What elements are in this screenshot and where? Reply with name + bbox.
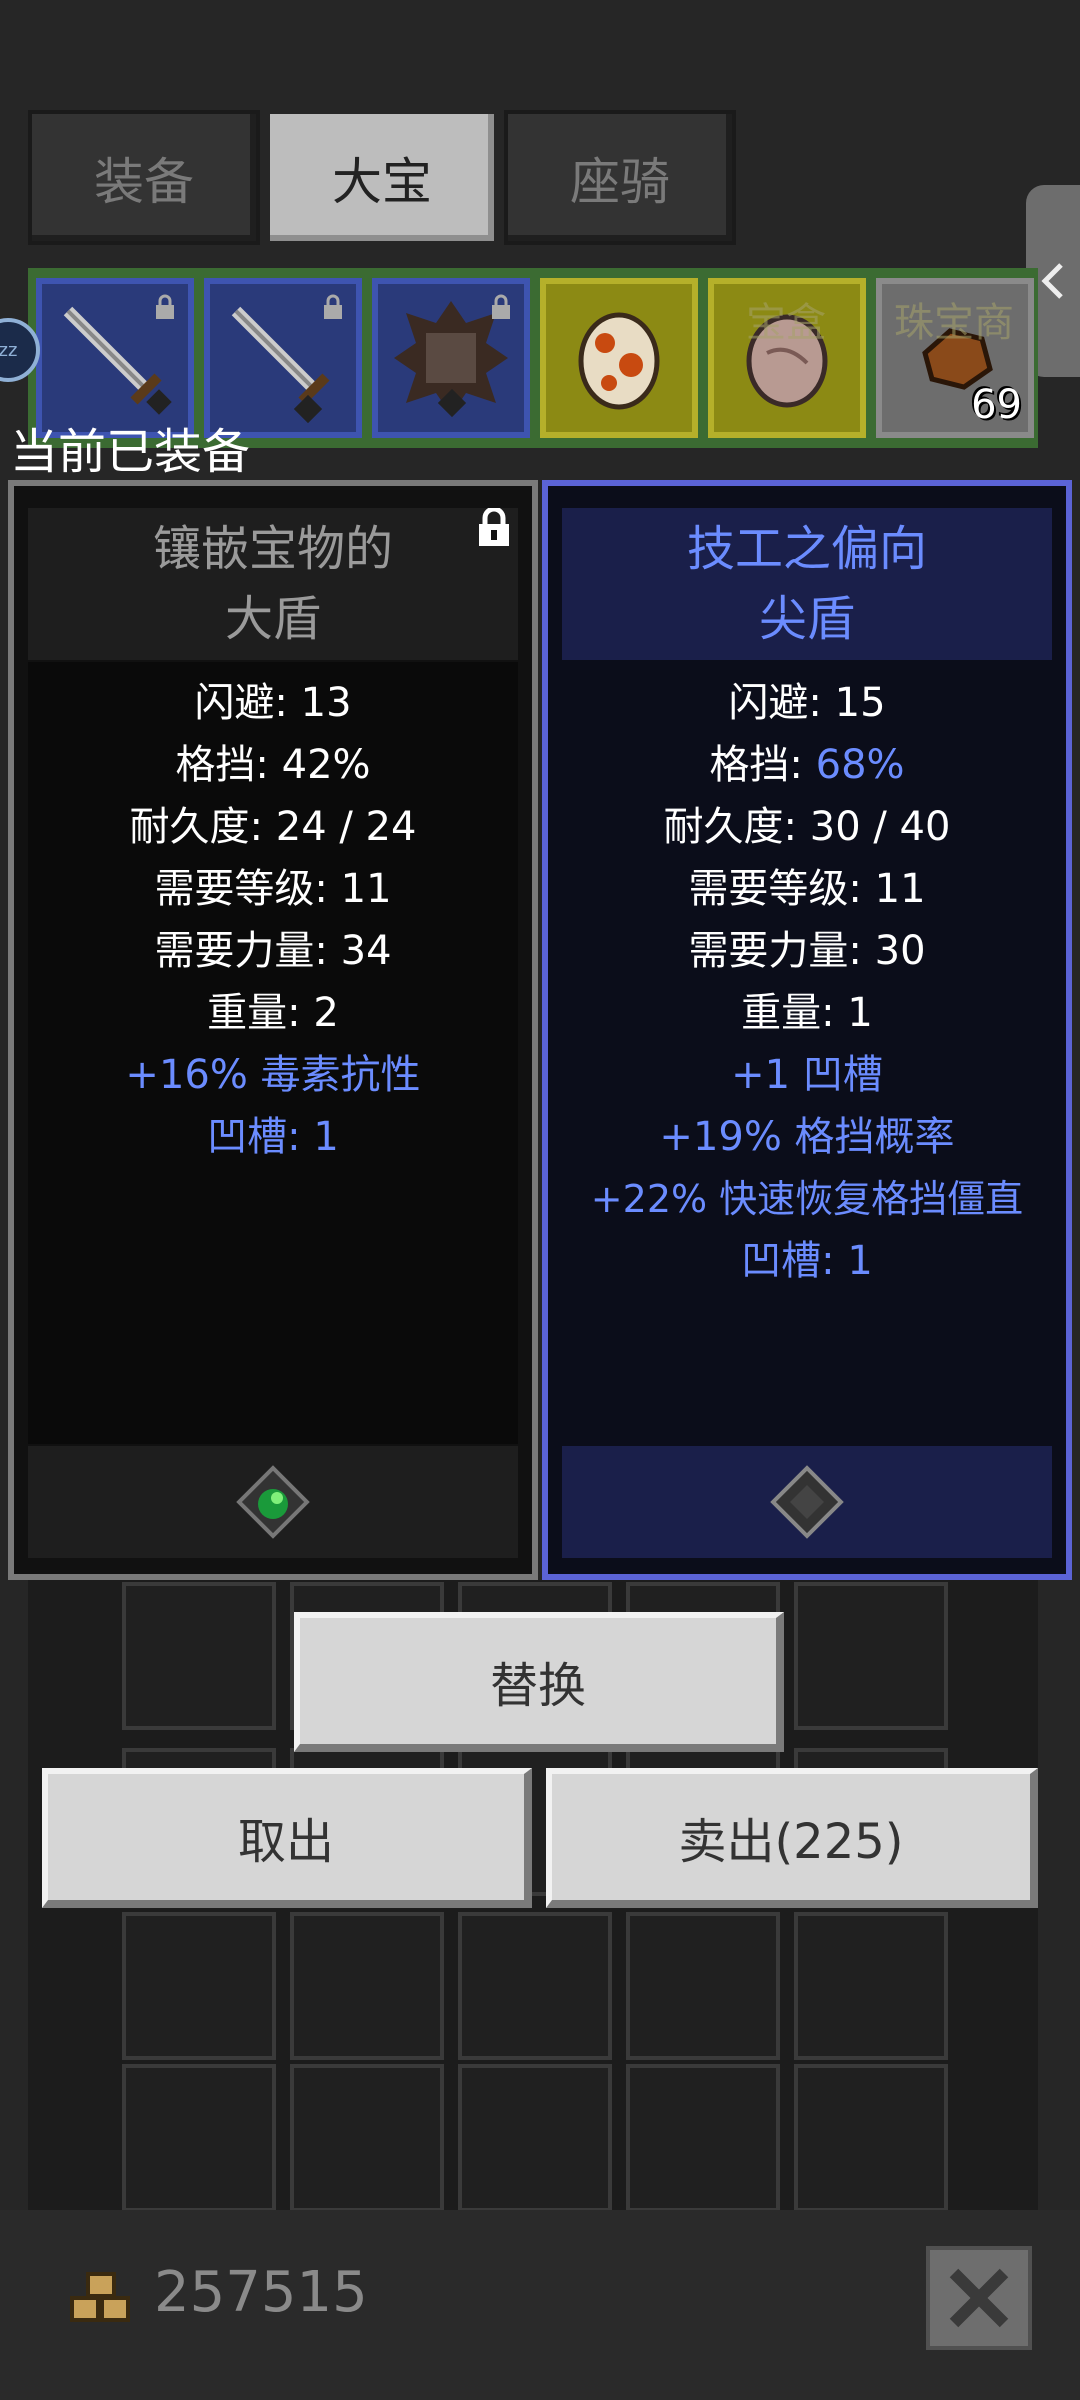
stat-value: 42% xyxy=(281,742,371,788)
inventory-grid-cell[interactable] xyxy=(458,2064,612,2212)
stat-label: 闪避: xyxy=(728,680,835,726)
affix-sockets: 凹槽: 1 xyxy=(207,1114,339,1160)
stat-durability: 耐久度: 24 / 24 xyxy=(28,796,518,858)
stat-label: 格挡: xyxy=(709,742,816,788)
stat-label: 耐久度: xyxy=(663,804,810,850)
stat-required-level: 需要等级: 11 xyxy=(28,858,518,920)
inventory-grid-cell[interactable] xyxy=(458,1912,612,2060)
inventory-grid-cell[interactable] xyxy=(122,1912,276,2060)
inventory-slot-3[interactable] xyxy=(372,278,530,438)
stat-value: 1 xyxy=(847,990,873,1036)
stat-value: 13 xyxy=(300,680,352,726)
tab-equipment[interactable]: 装备 xyxy=(28,110,260,245)
spotted-egg-icon xyxy=(578,312,660,410)
stat-dodge: 闪避: 13 xyxy=(28,672,518,734)
stat-value: 15 xyxy=(834,680,886,726)
stat-block: 格挡: 68% xyxy=(562,734,1052,796)
stat-weight: 重量: 1 xyxy=(562,982,1052,1044)
stat-value: 30 / 40 xyxy=(809,804,951,850)
item-title-line2: 尖盾 xyxy=(758,591,855,647)
stat-label: 重量: xyxy=(741,990,848,1036)
inventory-grid-cell[interactable] xyxy=(794,2064,948,2212)
chevron-left-icon xyxy=(1041,263,1063,299)
gold-amount: 257515 xyxy=(154,2260,368,2325)
tab-mount[interactable]: 座骑 xyxy=(504,110,736,245)
stat-label: 需要力量: xyxy=(688,928,875,974)
inventory-grid-cell[interactable] xyxy=(122,2064,276,2212)
affix-sockets: 凹槽: 1 xyxy=(741,1238,873,1284)
close-icon xyxy=(949,2268,1009,2328)
stat-value: 30 xyxy=(874,928,926,974)
replace-button[interactable]: 替换 xyxy=(294,1612,784,1752)
equipped-item-panel: 镶嵌宝物的 大盾 闪避: 13 格挡: 42% 耐久度: 24 / 24 需要等… xyxy=(8,480,538,1580)
stat-required-level: 需要等级: 11 xyxy=(562,858,1052,920)
gold-coins-icon xyxy=(70,2272,130,2322)
stat-value: 11 xyxy=(874,866,926,912)
take-out-button[interactable]: 取出 xyxy=(42,1768,532,1908)
stat-value: 24 / 24 xyxy=(275,804,417,850)
green-gem-socket-icon[interactable] xyxy=(233,1462,313,1542)
stat-label: 需要等级: xyxy=(154,866,341,912)
socket-row xyxy=(562,1446,1052,1558)
faded-label-box: 宝盒 xyxy=(746,300,826,346)
socket-row xyxy=(28,1446,518,1558)
inventory-grid-cell[interactable] xyxy=(626,2064,780,2212)
stat-label: 闪避: xyxy=(194,680,301,726)
inventory-grid-cell[interactable] xyxy=(290,1912,444,2060)
lock-icon xyxy=(492,294,510,319)
inventory-grid-cell[interactable] xyxy=(122,1582,276,1730)
affix-extra-socket: +1 凹槽 xyxy=(731,1052,883,1098)
stat-label: 耐久度: xyxy=(129,804,276,850)
inventory-slot-4[interactable] xyxy=(540,278,698,438)
equipped-label: 当前已装备 xyxy=(10,424,251,480)
lock-icon[interactable] xyxy=(476,508,512,548)
lock-icon xyxy=(324,294,342,319)
stat-label: 需要等级: xyxy=(688,866,875,912)
stat-value: 2 xyxy=(313,990,339,1036)
stat-label: 格挡: xyxy=(175,742,282,788)
inventory-grid-cell[interactable] xyxy=(626,1912,780,2060)
affix-block-recovery: +22% 快速恢复格挡僵直 xyxy=(590,1177,1024,1221)
item-title-line1: 技工之偏向 xyxy=(686,521,927,577)
faded-label-jeweler: 珠宝商 xyxy=(894,300,1014,346)
stat-value: 11 xyxy=(340,866,392,912)
inventory-grid-cell[interactable] xyxy=(794,1582,948,1730)
tab-treasure[interactable]: 大宝 xyxy=(266,110,498,245)
stat-dodge: 闪避: 15 xyxy=(562,672,1052,734)
stat-weight: 重量: 2 xyxy=(28,982,518,1044)
stat-label: 需要力量: xyxy=(154,928,341,974)
lock-icon xyxy=(156,294,174,319)
item-count: 69 xyxy=(971,382,1022,428)
affix-poison-resist: +16% 毒素抗性 xyxy=(125,1052,421,1098)
empty-socket-icon[interactable] xyxy=(767,1462,847,1542)
sell-button[interactable]: 卖出(225) xyxy=(546,1768,1038,1908)
inventory-grid-cell[interactable] xyxy=(290,2064,444,2212)
stat-required-strength: 需要力量: 34 xyxy=(28,920,518,982)
inventory-grid-cell[interactable] xyxy=(794,1912,948,2060)
stat-value: 34 xyxy=(340,928,392,974)
item-title-line1: 镶嵌宝物的 xyxy=(152,521,393,577)
item-title: 技工之偏向 尖盾 xyxy=(562,508,1052,660)
stat-value: 68% xyxy=(815,742,905,788)
item-title: 镶嵌宝物的 大盾 xyxy=(28,508,518,660)
item-title-line2: 大盾 xyxy=(224,591,321,647)
item-stats: 闪避: 15 格挡: 68% 耐久度: 30 / 40 需要等级: 11 需要力… xyxy=(562,662,1052,1444)
stat-label: 重量: xyxy=(207,990,314,1036)
compared-item-panel: 技工之偏向 尖盾 闪避: 15 格挡: 68% 耐久度: 30 / 40 需要等… xyxy=(542,480,1072,1580)
close-button[interactable] xyxy=(926,2246,1032,2350)
affix-block-chance: +19% 格挡概率 xyxy=(659,1114,955,1160)
item-stats: 闪避: 13 格挡: 42% 耐久度: 24 / 24 需要等级: 11 需要力… xyxy=(28,662,518,1444)
stat-block: 格挡: 42% xyxy=(28,734,518,796)
stat-required-strength: 需要力量: 30 xyxy=(562,920,1052,982)
stat-durability: 耐久度: 30 / 40 xyxy=(562,796,1052,858)
